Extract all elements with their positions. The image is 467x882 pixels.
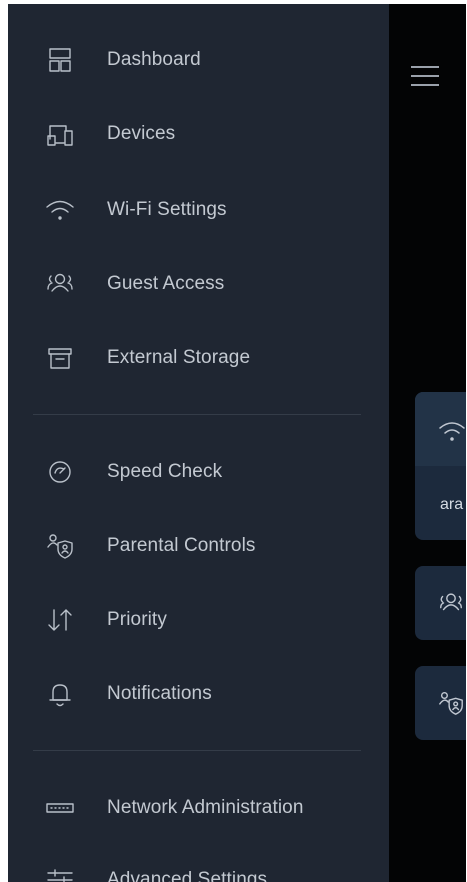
sidebar-item-dashboard[interactable]: Dashboard xyxy=(8,30,389,90)
devices-icon xyxy=(43,119,77,149)
sliders-icon xyxy=(43,865,77,882)
sidebar-item-label: Devices xyxy=(107,123,176,144)
sidebar-item-label: Guest Access xyxy=(107,273,225,294)
parental-controls-icon xyxy=(439,692,463,715)
sidebar-item-label: Notifications xyxy=(107,683,212,704)
sidebar-menu: Dashboard Devices Wi-Fi Settings Guest A… xyxy=(8,4,389,882)
sidebar-item-wifi-settings[interactable]: Wi-Fi Settings xyxy=(8,180,389,240)
menu-divider xyxy=(33,750,361,751)
wifi-card-header xyxy=(415,392,466,466)
parental-controls-icon xyxy=(43,531,77,561)
sidebar-item-external-storage[interactable]: External Storage xyxy=(8,328,389,388)
sidebar-item-priority[interactable]: Priority xyxy=(8,590,389,650)
wifi-card[interactable]: ara xyxy=(415,392,466,540)
sidebar-item-guest-access[interactable]: Guest Access xyxy=(8,254,389,314)
sidebar-item-label: Wi-Fi Settings xyxy=(107,199,227,220)
priority-arrows-icon xyxy=(43,605,77,635)
sidebar-item-speed-check[interactable]: Speed Check xyxy=(8,442,389,502)
bell-icon xyxy=(43,679,77,709)
sidebar-item-advanced-settings[interactable]: Advanced Settings xyxy=(8,850,389,882)
sidebar-item-network-administration[interactable]: Network Administration xyxy=(8,778,389,838)
sidebar-item-label: Network Administration xyxy=(107,797,304,818)
parental-controls-card[interactable] xyxy=(415,666,466,740)
sidebar-item-devices[interactable]: Devices xyxy=(8,104,389,164)
guest-access-icon xyxy=(43,269,77,299)
sidebar-item-label: Priority xyxy=(107,609,167,630)
wifi-icon xyxy=(43,195,77,225)
dashboard-icon xyxy=(43,45,77,75)
sidebar-item-parental-controls[interactable]: Parental Controls xyxy=(8,516,389,576)
sidebar-item-label: External Storage xyxy=(107,347,251,368)
guest-access-card[interactable] xyxy=(415,566,466,640)
speedometer-icon xyxy=(43,457,77,487)
screen-frame: ara Dashboard Devices Wi-Fi Settings Gue… xyxy=(0,0,467,882)
sidebar-item-label: Speed Check xyxy=(107,461,223,482)
menu-divider xyxy=(33,414,361,415)
app-window: ara Dashboard Devices Wi-Fi Settings Gue… xyxy=(8,4,466,882)
hamburger-menu-icon[interactable] xyxy=(411,66,439,88)
sidebar-item-label: Parental Controls xyxy=(107,535,256,556)
router-icon xyxy=(43,793,77,823)
wifi-icon xyxy=(439,422,465,441)
sidebar-item-label: Advanced Settings xyxy=(107,869,268,882)
sidebar-item-label: Dashboard xyxy=(107,49,201,70)
sidebar-item-notifications[interactable]: Notifications xyxy=(8,664,389,724)
guest-access-icon xyxy=(440,593,462,611)
wifi-card-network-name: ara xyxy=(440,496,464,513)
external-storage-icon xyxy=(43,343,77,373)
